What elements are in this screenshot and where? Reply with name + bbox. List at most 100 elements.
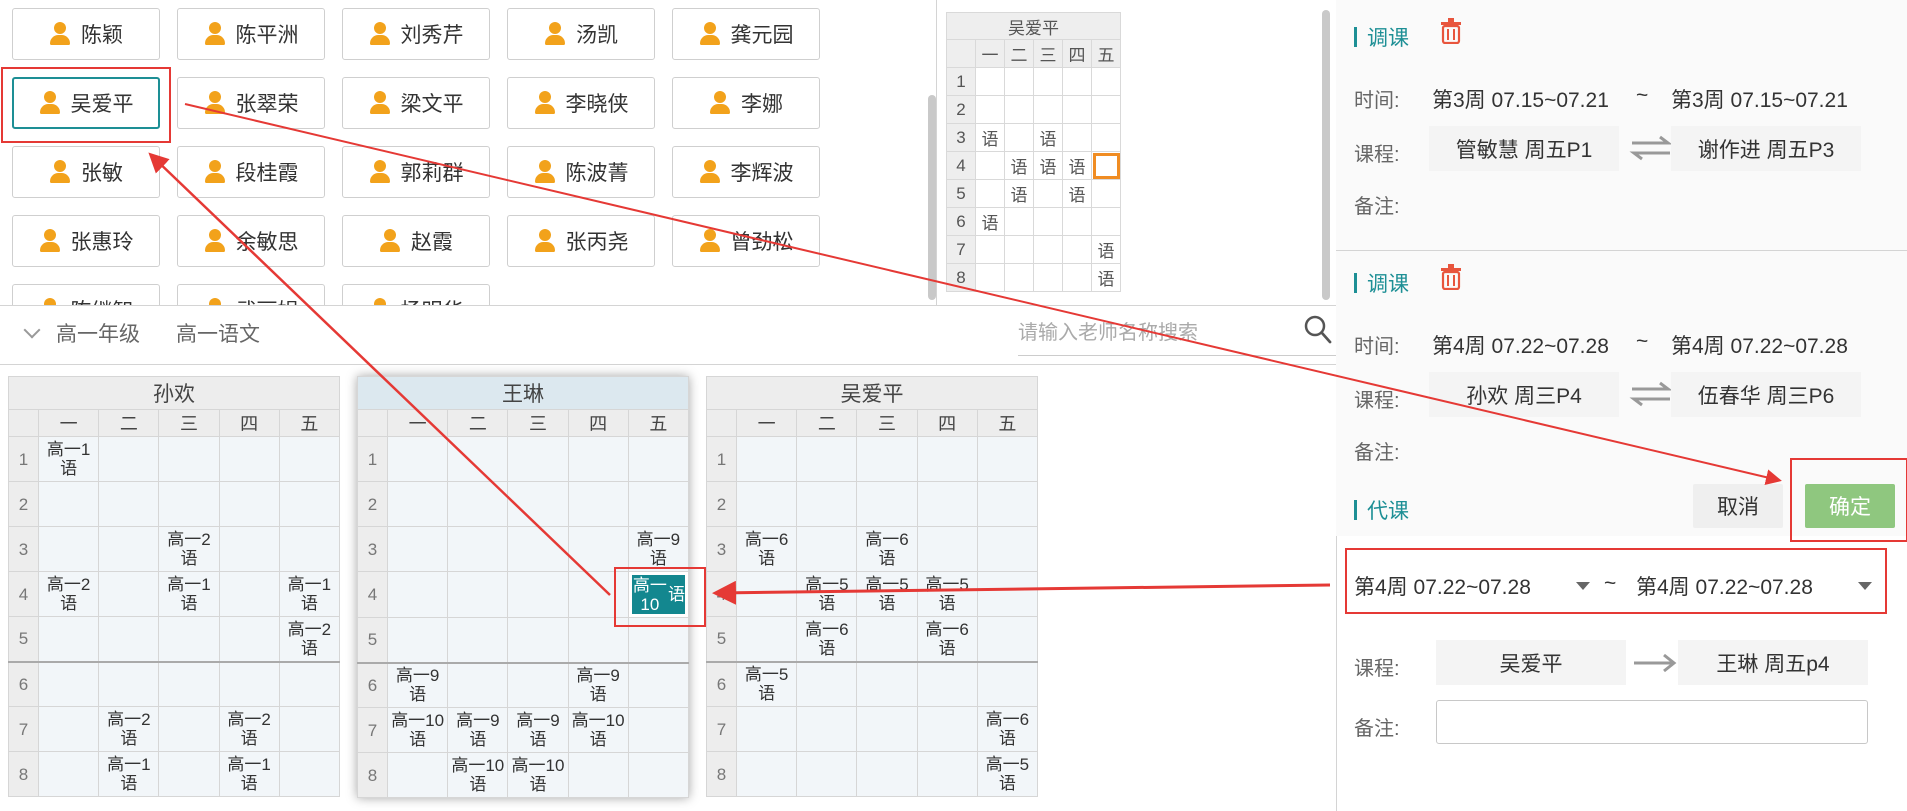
lesson-cell[interactable]	[278, 751, 341, 797]
lesson-cell[interactable]	[447, 661, 509, 708]
lesson-cell[interactable]	[38, 751, 100, 797]
lesson-cell[interactable]	[38, 481, 100, 527]
mini-timetable-scrollbar[interactable]	[1322, 10, 1330, 300]
lesson-cell[interactable]: 高一1 语	[278, 571, 341, 617]
lesson-cell[interactable]	[507, 481, 569, 527]
lesson-cell[interactable]	[916, 706, 978, 752]
teacher-chip[interactable]: 段桂霞	[177, 146, 325, 198]
lesson-cell[interactable]	[278, 526, 341, 572]
mini-cell[interactable]: 语	[975, 207, 1005, 236]
lesson-cell[interactable]	[567, 752, 629, 798]
lesson-cell[interactable]	[627, 617, 690, 663]
mini-cell[interactable]	[975, 235, 1005, 264]
lesson-cell[interactable]	[218, 526, 280, 572]
lesson-cell[interactable]	[627, 481, 690, 527]
lesson-cell[interactable]	[507, 571, 569, 618]
mini-cell[interactable]	[1004, 95, 1034, 124]
lesson-cell[interactable]: 高一1 语	[38, 436, 100, 482]
teacher-chip[interactable]: 张翠荣	[177, 77, 325, 129]
lesson-cell[interactable]: 高一2 语	[278, 616, 341, 662]
mini-cell[interactable]: 语	[1062, 151, 1092, 180]
lesson-cell[interactable]	[158, 616, 220, 662]
lesson-cell[interactable]	[567, 481, 629, 527]
search-icon[interactable]	[1304, 315, 1332, 345]
mini-cell[interactable]	[1062, 67, 1092, 96]
lesson-cell[interactable]	[98, 616, 160, 662]
confirm-button[interactable]: 确定	[1805, 484, 1895, 528]
lesson-cell[interactable]: 高一5 语	[796, 571, 858, 617]
teacher-chip[interactable]: 余敏思	[177, 215, 325, 267]
lesson-cell[interactable]	[507, 526, 569, 572]
mini-cell[interactable]: 语	[1033, 123, 1063, 152]
mini-cell[interactable]	[1033, 67, 1063, 96]
teacher-chip[interactable]: 杨明华	[342, 284, 490, 305]
lesson-cell[interactable]	[98, 660, 160, 707]
lesson-cell[interactable]	[856, 751, 918, 797]
lesson-cell[interactable]: 高一9 语	[447, 707, 509, 753]
mini-cell[interactable]	[1062, 123, 1092, 152]
mini-cell[interactable]	[1091, 207, 1121, 236]
lesson-cell[interactable]: 高一6 语	[736, 526, 798, 572]
lesson-cell[interactable]: 高一2 语	[98, 706, 160, 752]
lesson-cell[interactable]	[856, 660, 918, 707]
teacher-chip[interactable]: 吴爱平	[12, 77, 160, 129]
lesson-cell[interactable]	[218, 481, 280, 527]
lesson-cell[interactable]: 高一10 语	[507, 752, 569, 798]
mini-cell[interactable]	[1062, 207, 1092, 236]
teacher-chip[interactable]: 武丽娟	[177, 284, 325, 305]
teacher-chip[interactable]: 汤凯	[507, 8, 655, 60]
lesson-cell[interactable]	[158, 751, 220, 797]
mini-cell[interactable]: 语	[1004, 179, 1034, 208]
lesson-cell[interactable]	[387, 617, 449, 663]
teacher-chip[interactable]: 张惠玲	[12, 215, 160, 267]
lesson-cell[interactable]	[916, 436, 978, 482]
mini-cell[interactable]	[975, 179, 1005, 208]
lesson-cell[interactable]: 高一10 语	[447, 752, 509, 798]
lesson-cell[interactable]	[856, 616, 918, 662]
chip-list-scrollbar[interactable]	[928, 95, 936, 300]
lesson-cell[interactable]	[158, 436, 220, 482]
teacher-chip[interactable]: 陈颖	[12, 8, 160, 60]
lesson-cell[interactable]	[856, 436, 918, 482]
lesson-cell[interactable]: 高一9 语	[627, 526, 690, 572]
mini-cell[interactable]	[1004, 263, 1034, 292]
lesson-cell[interactable]	[447, 526, 509, 572]
lesson-cell[interactable]	[38, 706, 100, 752]
lesson-cell[interactable]: 高一6 语	[856, 526, 918, 572]
lesson-cell[interactable]	[387, 481, 449, 527]
mini-cell[interactable]	[1091, 151, 1121, 180]
mini-cell[interactable]: 语	[1062, 179, 1092, 208]
lesson-cell[interactable]	[158, 481, 220, 527]
lesson-cell[interactable]	[278, 706, 341, 752]
lesson-cell[interactable]	[38, 526, 100, 572]
lesson-cell[interactable]	[507, 617, 569, 663]
teacher-chip[interactable]: 张敏	[12, 146, 160, 198]
lesson-cell[interactable]	[447, 571, 509, 618]
lesson-cell[interactable]	[218, 616, 280, 662]
lesson-cell[interactable]	[567, 526, 629, 572]
lesson-cell[interactable]: 高一6 语	[916, 616, 978, 662]
teacher-chip[interactable]: 陈波菁	[507, 146, 655, 198]
lesson-cell[interactable]	[736, 436, 798, 482]
trash-icon[interactable]	[1440, 264, 1462, 290]
mini-cell[interactable]	[1033, 235, 1063, 264]
lesson-cell[interactable]	[218, 660, 280, 707]
lesson-cell[interactable]	[796, 436, 858, 482]
teacher-search-input[interactable]	[1018, 312, 1338, 356]
lesson-cell[interactable]	[507, 436, 569, 482]
lesson-cell[interactable]: 高一2 语	[158, 526, 220, 572]
mini-cell[interactable]	[975, 263, 1005, 292]
cancel-button[interactable]: 取消	[1693, 484, 1783, 528]
lesson-cell[interactable]	[158, 706, 220, 752]
lesson-cell[interactable]	[218, 571, 280, 617]
lesson-cell[interactable]	[278, 436, 341, 482]
subject-filter[interactable]: 高一语文	[176, 318, 260, 348]
lesson-cell[interactable]	[387, 436, 449, 482]
mini-cell[interactable]	[1062, 235, 1092, 264]
mini-cell[interactable]	[1004, 67, 1034, 96]
lesson-cell[interactable]: 高一2 语	[218, 706, 280, 752]
mini-cell[interactable]	[1033, 207, 1063, 236]
lesson-cell[interactable]	[796, 481, 858, 527]
lesson-cell[interactable]	[976, 436, 1039, 482]
lesson-cell[interactable]	[278, 481, 341, 527]
